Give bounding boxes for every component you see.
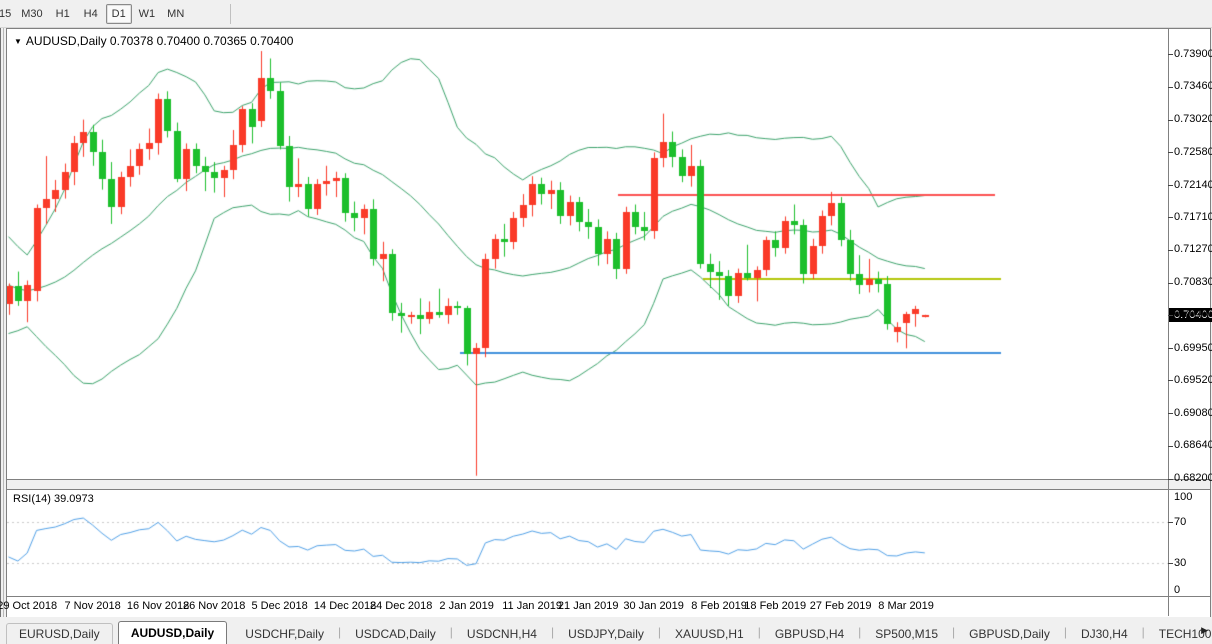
chart-tab-usdchf-daily[interactable]: USDCHF,Daily [232,623,337,644]
price-axis-label: 0.69950 [1174,342,1212,355]
price-axis-label: 0.71270 [1174,243,1212,256]
tab-separator: | [758,625,761,639]
timeframe-toolbar: 15M30H1H4D1W1MN [0,0,1212,28]
price-axis-label: 0.73020 [1174,113,1212,126]
price-axis-tick [1168,54,1173,55]
window-frame-edge [0,28,1,644]
rsi-axis-tick [1168,522,1173,523]
time-axis-label: 18 Feb 2019 [744,600,806,612]
price-axis-tick [1168,217,1173,218]
time-axis-label: 14 Dec 2018 [314,600,376,612]
chart-tab-usdcnh-h4[interactable]: USDCNH,H4 [454,623,550,644]
main-chart-canvas[interactable] [7,29,1168,479]
toolbar-separator [230,4,231,24]
price-axis-label: 0.69080 [1174,407,1212,420]
time-axis-label: 7 Nov 2018 [65,600,121,612]
time-axis-label: 24 Dec 2018 [370,600,432,612]
tab-scroll-right-icon[interactable]: ▶ [1201,625,1208,636]
timeframe-button-mn[interactable]: MN [162,4,189,24]
time-axis-label: 21 Jan 2019 [558,600,619,612]
timeframe-button-m30[interactable]: M30 [16,4,47,24]
chart-tab-xauusd-h1[interactable]: XAUUSD,H1 [662,623,757,644]
time-axis-label: 27 Feb 2019 [810,600,872,612]
time-axis-label: 29 Oct 2018 [0,600,57,612]
price-axis-label: 0.73460 [1174,80,1212,93]
price-axis-tick [1168,250,1173,251]
symbol-dropdown-icon[interactable]: ▼ [14,37,22,46]
price-axis-tick [1168,479,1173,480]
price-axis-label: 0.70830 [1174,276,1212,289]
timeframe-button-w1[interactable]: W1 [134,4,161,24]
price-axis-label: 0.68640 [1174,439,1212,452]
time-axis-label: 8 Mar 2019 [878,600,934,612]
rsi-axis-label: 70 [1174,516,1212,529]
window-frame-edge [3,28,4,644]
rsi-indicator-canvas[interactable] [7,490,1168,596]
time-axis-label: 30 Jan 2019 [623,600,684,612]
price-axis-tick [1168,413,1173,414]
price-axis-divider [1168,29,1169,616]
rsi-axis-label: 30 [1174,557,1212,570]
tab-separator: | [858,625,861,639]
price-axis-tick [1168,315,1173,316]
price-axis-label: 0.71710 [1174,211,1212,224]
timeframe-button-h4[interactable]: H4 [78,4,104,24]
tab-separator: | [1142,625,1145,639]
mt4-application: 15M30H1H4D1W1MN ▼ AUDUSD,Daily 0.70378 0.… [0,0,1212,644]
time-axis-label: 5 Dec 2018 [252,600,308,612]
pane-splitter[interactable] [7,480,1210,489]
price-axis-label: 0.72140 [1174,179,1212,192]
symbol-ohlc-line: ▼ AUDUSD,Daily 0.70378 0.70400 0.70365 0.… [14,34,293,48]
price-axis-label: 0.70400 [1174,308,1212,321]
time-axis-label: 2 Jan 2019 [439,600,493,612]
rsi-axis-label: 0 [1174,584,1212,597]
price-axis-tick [1168,87,1173,88]
tab-separator: | [1064,625,1067,639]
rsi-axis-tick [1168,563,1173,564]
pane-border [7,596,1210,597]
price-axis-tick [1168,185,1173,186]
chart-tab-usdcad-daily[interactable]: USDCAD,Daily [342,623,449,644]
tab-separator: | [551,625,554,639]
rsi-indicator-label: RSI(14) 39.0973 [13,493,94,505]
price-axis-tick [1168,380,1173,381]
chart-tab-gbpusd-daily[interactable]: GBPUSD,Daily [956,623,1063,644]
tab-separator: | [338,625,341,639]
time-axis-label: 26 Nov 2018 [183,600,245,612]
tab-separator: | [450,625,453,639]
time-axis-label: 8 Feb 2019 [691,600,747,612]
timeframe-button-15[interactable]: 15 [0,4,14,24]
price-axis-tick [1168,348,1173,349]
timeframe-button-h1[interactable]: H1 [50,4,76,24]
ohlc-text: AUDUSD,Daily 0.70378 0.70400 0.70365 0.7… [26,34,294,48]
chart-window: ▼ AUDUSD,Daily 0.70378 0.70400 0.70365 0.… [6,28,1211,618]
chart-tab-bar: EURUSD,Daily|AUDUSD,Daily|USDCHF,Daily|U… [0,617,1212,644]
price-axis-label: 0.72580 [1174,146,1212,159]
tab-separator: | [658,625,661,639]
price-axis-tick [1168,283,1173,284]
chart-tab-audusd-daily[interactable]: AUDUSD,Daily [118,621,227,644]
timeframe-button-d1[interactable]: D1 [106,4,132,24]
price-axis-tick [1168,446,1173,447]
price-axis-tick [1168,152,1173,153]
chart-tab-gbpusd-h4[interactable]: GBPUSD,H4 [762,623,857,644]
rsi-axis-label: 100 [1174,491,1212,504]
price-axis-tick [1168,120,1173,121]
chart-tab-eurusd-daily[interactable]: EURUSD,Daily [6,623,113,644]
tab-separator: | [952,625,955,639]
pane-border [7,489,1210,490]
time-axis-label: 16 Nov 2018 [127,600,189,612]
price-axis-label: 0.73900 [1174,48,1212,61]
chart-tab-usdjpy-daily[interactable]: USDJPY,Daily [555,623,657,644]
price-axis-label: 0.68200 [1174,472,1212,485]
chart-tab-dj30-h4[interactable]: DJ30,H4 [1068,623,1141,644]
price-axis-label: 0.69520 [1174,374,1212,387]
chart-tab-sp500-m15[interactable]: SP500,M15 [862,623,951,644]
time-axis-label: 11 Jan 2019 [502,600,562,612]
